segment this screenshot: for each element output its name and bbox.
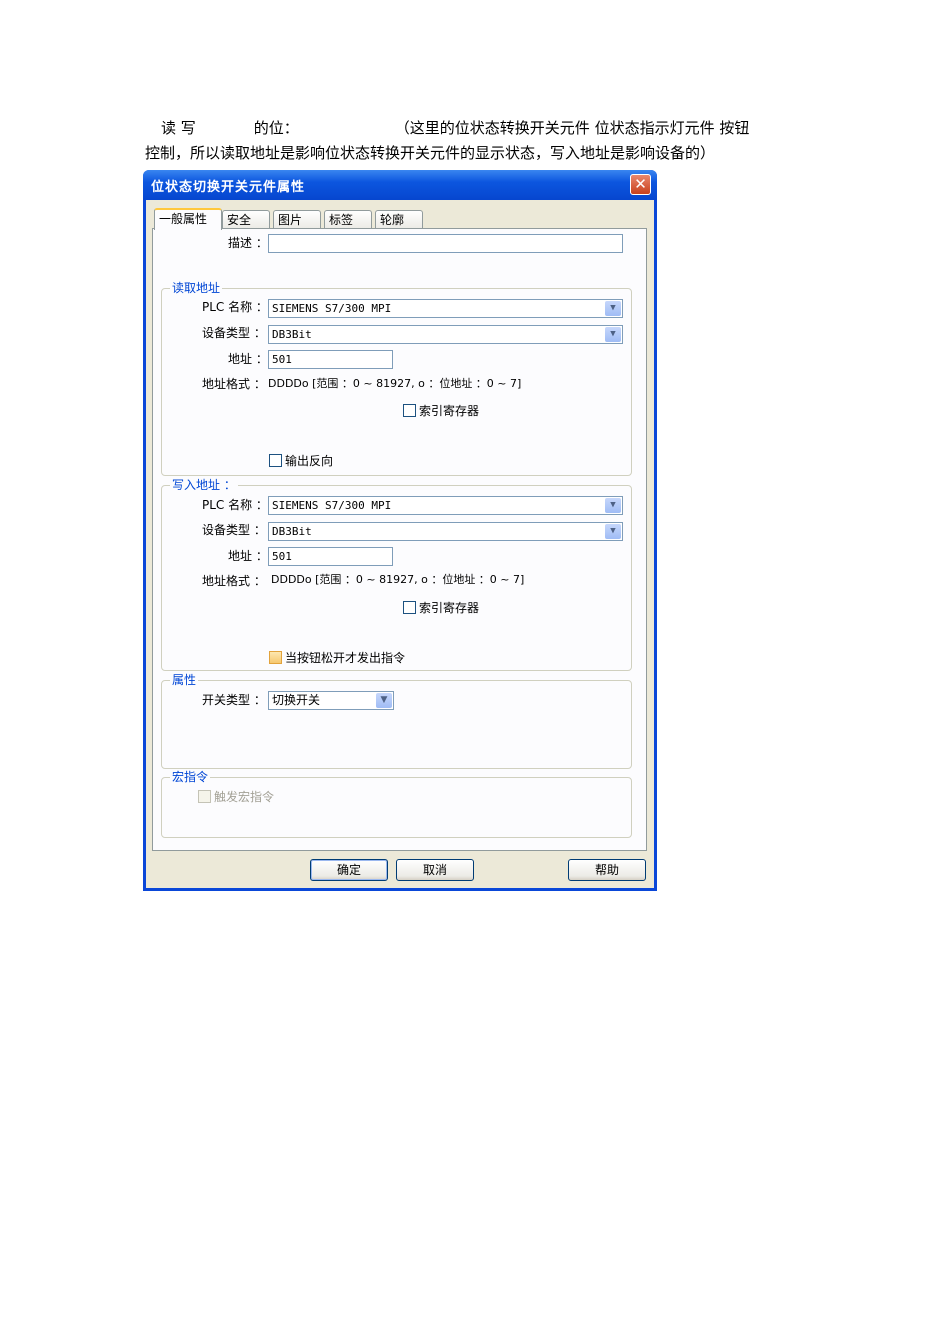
read-plc-value: SIEMENS S7/300 MPI xyxy=(272,302,392,315)
general-tab-panel: 描述 ： 读取地址 PLC 名称 ： SIEMENS S7/300 MPI ▼ … xyxy=(152,228,647,851)
chevron-down-icon[interactable]: ▼ xyxy=(605,524,621,539)
read-device-select[interactable]: DB3Bit ▼ xyxy=(268,325,623,344)
switch-type-select[interactable]: 切换开关 ▼ xyxy=(268,691,394,710)
read-plc-select[interactable]: SIEMENS S7/300 MPI ▼ xyxy=(268,299,623,318)
write-address-input[interactable]: 501 xyxy=(268,547,393,566)
tab-label[interactable]: 标签 xyxy=(324,210,372,228)
tab-general[interactable]: 一般属性 xyxy=(154,208,222,230)
write-device-select[interactable]: DB3Bit ▼ xyxy=(268,522,623,541)
trigger-macro-label: 触发宏指令 xyxy=(214,790,275,804)
description-label: 描述 ： xyxy=(228,236,268,250)
write-device-value: DB3Bit xyxy=(272,525,312,538)
dialog-client: 一般属性 安全 图片 标签 轮廓 描述 ： 读取地址 PLC 名称 ： SIEM… xyxy=(146,200,654,888)
intro-line-1: 读 写 的位： （这里的位状态转换开关元件 位状态指示灯元件 按钮 xyxy=(161,116,841,140)
cancel-button[interactable]: 取消 xyxy=(396,859,474,881)
invert-output-checkbox[interactable] xyxy=(269,454,282,467)
description-input[interactable] xyxy=(268,234,623,253)
write-address-label: 地址 ： xyxy=(228,549,268,563)
tab-security[interactable]: 安全 xyxy=(222,210,270,228)
write-index-label: 索引寄存器 xyxy=(419,601,480,615)
close-icon: ✕ xyxy=(634,175,647,193)
chevron-down-icon[interactable]: ▼ xyxy=(605,498,621,513)
read-address-input[interactable]: 501 xyxy=(268,350,393,369)
write-format-value: DDDDo [范围 ：0 ~ 81927, o ：位地址 ：0 ~ 7] xyxy=(271,573,525,586)
release-command-label: 当按钮松开才发出指令 xyxy=(285,651,406,665)
read-plc-label: PLC 名称 ： xyxy=(202,300,268,314)
intro-line-2: 控制，所以读取地址是影响位状态转换开关元件的显示状态，写入地址是影响设备的） xyxy=(145,144,716,162)
help-button[interactable]: 帮助 xyxy=(568,859,646,881)
write-plc-select[interactable]: SIEMENS S7/300 MPI ▼ xyxy=(268,496,623,515)
read-device-value: DB3Bit xyxy=(272,328,312,341)
read-device-label: 设备类型 ： xyxy=(202,326,266,340)
chevron-down-icon[interactable]: ▼ xyxy=(605,301,621,316)
release-command-checkbox[interactable] xyxy=(269,651,282,664)
write-device-label: 设备类型 ： xyxy=(202,523,266,537)
write-index-checkbox[interactable] xyxy=(403,601,416,614)
dialog-titlebar[interactable]: 位状态切换开关元件属性 ✕ xyxy=(143,170,657,200)
macro-group xyxy=(161,777,632,838)
read-address-label: 地址 ： xyxy=(228,352,268,366)
chevron-down-icon[interactable]: ▼ xyxy=(605,327,621,342)
invert-output-label: 输出反向 xyxy=(285,454,334,468)
write-plc-label: PLC 名称 ： xyxy=(202,498,268,512)
read-index-label: 索引寄存器 xyxy=(419,404,480,418)
intro-text-b: 的位： xyxy=(253,119,299,137)
switch-type-label: 开关类型 ： xyxy=(202,693,266,707)
properties-dialog: 位状态切换开关元件属性 ✕ 一般属性 安全 图片 标签 轮廓 描述 ： 读取地址… xyxy=(143,170,657,891)
tab-picture[interactable]: 图片 xyxy=(273,210,321,228)
chevron-down-icon[interactable]: ▼ xyxy=(376,693,392,708)
macro-title: 宏指令 xyxy=(170,770,211,784)
read-format-value: DDDDo [范围 ：0 ~ 81927, o ：位地址 ：0 ~ 7] xyxy=(268,377,522,390)
read-address-title: 读取地址 xyxy=(170,281,223,295)
ok-button[interactable]: 确定 xyxy=(310,859,388,881)
intro-text-c: （这里的位状态转换开关元件 位状态指示灯元件 按钮 xyxy=(394,119,750,137)
trigger-macro-checkbox[interactable] xyxy=(198,790,211,803)
write-format-label: 地址格式 ： xyxy=(202,574,266,588)
close-button[interactable]: ✕ xyxy=(630,174,651,195)
tab-outline[interactable]: 轮廓 xyxy=(375,210,423,228)
write-plc-value: SIEMENS S7/300 MPI xyxy=(272,499,392,512)
read-index-checkbox[interactable] xyxy=(403,404,416,417)
write-address-title: 写入地址 ： xyxy=(170,478,238,492)
intro-text-a: 读 写 xyxy=(161,119,196,137)
switch-type-value: 切换开关 xyxy=(272,693,321,707)
attributes-title: 属性 xyxy=(170,673,199,687)
read-format-label: 地址格式 ： xyxy=(202,377,266,391)
dialog-title: 位状态切换开关元件属性 xyxy=(151,180,306,195)
